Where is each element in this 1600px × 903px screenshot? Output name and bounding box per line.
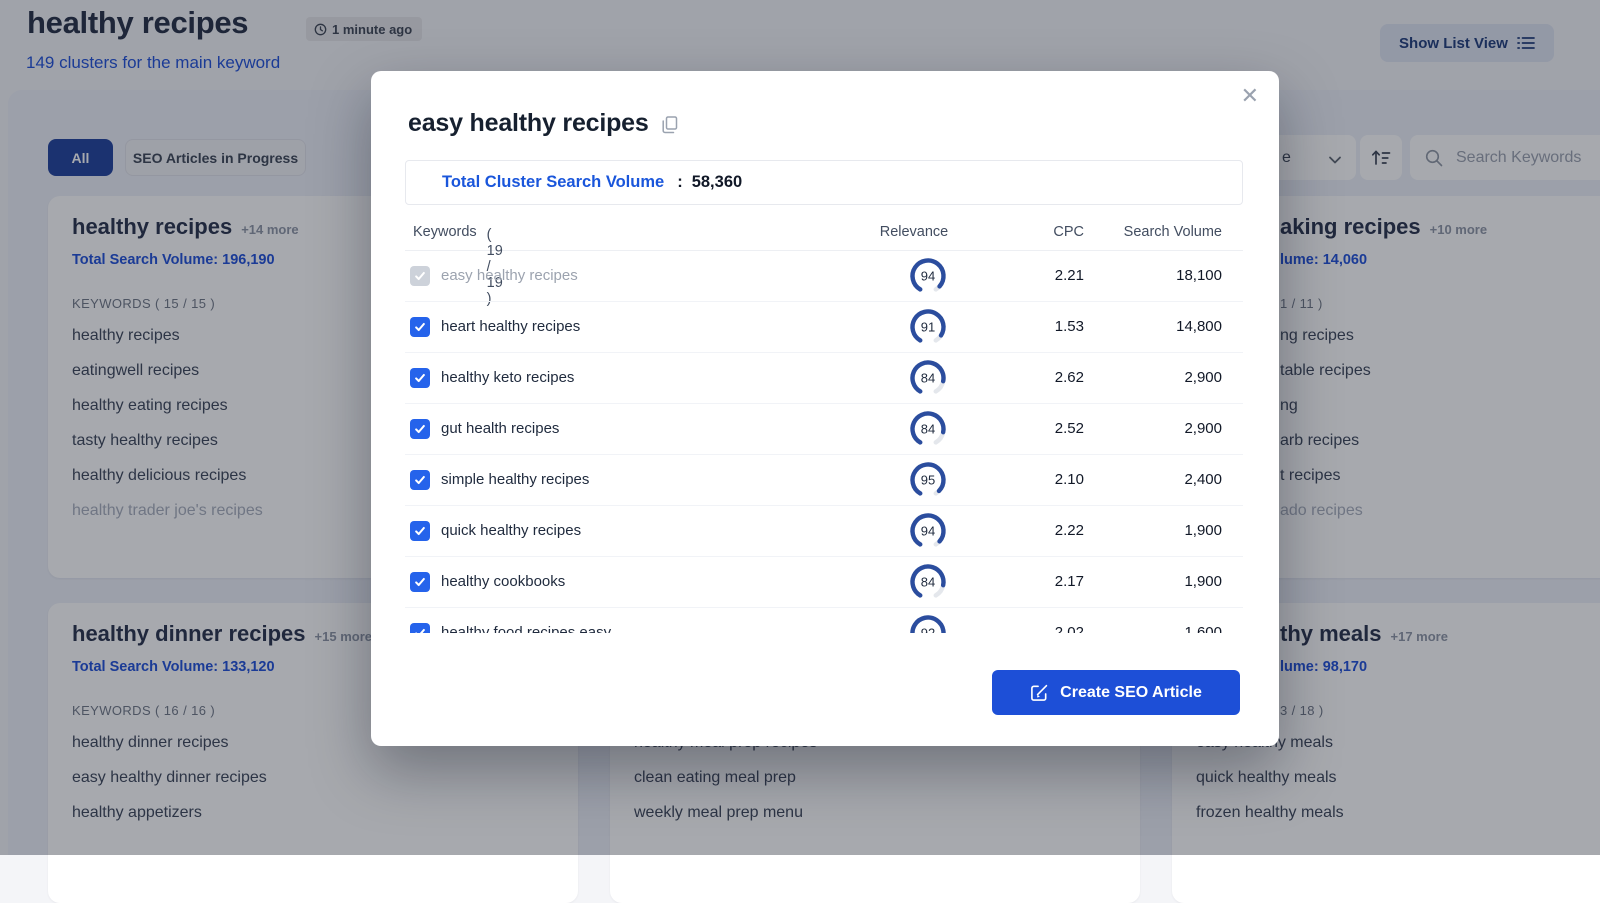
- relevance-gauge: 95: [908, 460, 948, 500]
- keyword-checkbox[interactable]: [410, 521, 430, 541]
- keyword-label: healthy keto recipes: [441, 353, 574, 403]
- volume-value: 1,600: [1184, 608, 1222, 633]
- total-cluster-volume-separator: :: [677, 173, 683, 192]
- volume-value: 1,900: [1184, 506, 1222, 556]
- keyword-row: healthy keto recipes 84 2.62 2,900: [405, 353, 1243, 404]
- relevance-gauge: 84: [908, 358, 948, 398]
- cpc-value: 2.62: [1055, 353, 1084, 403]
- keyword-label: quick healthy recipes: [441, 506, 581, 556]
- relevance-gauge: 84: [908, 409, 948, 449]
- svg-text:92: 92: [921, 626, 935, 634]
- copy-icon[interactable]: [662, 116, 678, 134]
- total-cluster-volume-box: Total Cluster Search Volume : 58,360: [405, 160, 1243, 205]
- cpc-value: 2.10: [1055, 455, 1084, 505]
- svg-text:94: 94: [921, 524, 935, 539]
- relevance-gauge: 84: [908, 562, 948, 602]
- close-icon[interactable]: ✕: [1241, 85, 1259, 107]
- keyword-checkbox[interactable]: [410, 368, 430, 388]
- keyword-label: easy healthy recipes: [441, 251, 578, 301]
- relevance-gauge: 92: [908, 613, 948, 633]
- edit-icon: [1030, 683, 1049, 702]
- svg-text:84: 84: [921, 371, 935, 386]
- keyword-checkbox[interactable]: [410, 470, 430, 490]
- keyword-row: healthy food recipes easy 92 2.02 1,600: [405, 608, 1243, 633]
- column-keywords: Keywords( 19 / 19 ): [413, 224, 487, 240]
- keyword-label: healthy cookbooks: [441, 557, 565, 607]
- keyword-row: heart healthy recipes 91 1.53 14,800: [405, 302, 1243, 353]
- column-search-volume: Search Volume: [1124, 224, 1222, 240]
- volume-value: 1,900: [1184, 557, 1222, 607]
- modal-title: easy healthy recipes: [408, 109, 678, 138]
- keyword-row: gut health recipes 84 2.52 2,900: [405, 404, 1243, 455]
- svg-text:84: 84: [921, 422, 935, 437]
- keyword-table-body: easy healthy recipes 942.2118,100heart h…: [405, 251, 1243, 633]
- cluster-detail-modal: ✕ easy healthy recipes Total Cluster Sea…: [371, 71, 1279, 746]
- keyword-checkbox[interactable]: [410, 317, 430, 337]
- modal-title-text: easy healthy recipes: [408, 109, 649, 138]
- svg-text:95: 95: [921, 473, 935, 488]
- volume-value: 2,400: [1184, 455, 1222, 505]
- keyword-label: gut health recipes: [441, 404, 559, 454]
- svg-text:84: 84: [921, 575, 935, 590]
- cpc-value: 1.53: [1055, 302, 1084, 352]
- relevance-gauge: 94: [908, 511, 948, 551]
- svg-text:94: 94: [921, 269, 935, 284]
- total-cluster-volume-label: Total Cluster Search Volume: [442, 173, 664, 192]
- cpc-value: 2.22: [1055, 506, 1084, 556]
- cpc-value: 2.52: [1055, 404, 1084, 454]
- relevance-gauge: 94: [908, 256, 948, 296]
- column-keywords-label: Keywords: [413, 224, 477, 240]
- create-seo-article-label: Create SEO Article: [1060, 684, 1202, 702]
- cpc-value: 2.17: [1055, 557, 1084, 607]
- total-cluster-volume-value: 58,360: [692, 173, 742, 192]
- cpc-value: 2.02: [1055, 608, 1084, 633]
- keyword-checkbox[interactable]: [410, 572, 430, 592]
- keyword-label: heart healthy recipes: [441, 302, 580, 352]
- volume-value: 18,100: [1176, 251, 1222, 301]
- create-seo-article-button[interactable]: Create SEO Article: [992, 670, 1240, 715]
- keyword-row: easy healthy recipes 94 2.21 18,100: [405, 251, 1243, 302]
- keyword-row: simple healthy recipes 95 2.10 2,400: [405, 455, 1243, 506]
- keyword-label: healthy food recipes easy: [441, 608, 611, 633]
- column-cpc: CPC: [1053, 224, 1084, 240]
- keyword-checkbox[interactable]: [410, 623, 430, 633]
- volume-value: 2,900: [1184, 353, 1222, 403]
- keyword-checkbox[interactable]: [410, 266, 430, 286]
- keyword-row: healthy cookbooks 84 2.17 1,900: [405, 557, 1243, 608]
- cpc-value: 2.21: [1055, 251, 1084, 301]
- keyword-row: quick healthy recipes 94 2.22 1,900: [405, 506, 1243, 557]
- keyword-checkbox[interactable]: [410, 419, 430, 439]
- table-header: Keywords( 19 / 19 ) Relevance CPC Search…: [405, 221, 1243, 251]
- svg-text:91: 91: [921, 320, 935, 335]
- keyword-label: simple healthy recipes: [441, 455, 589, 505]
- relevance-gauge: 91: [908, 307, 948, 347]
- column-relevance: Relevance: [874, 224, 954, 240]
- volume-value: 2,900: [1184, 404, 1222, 454]
- volume-value: 14,800: [1176, 302, 1222, 352]
